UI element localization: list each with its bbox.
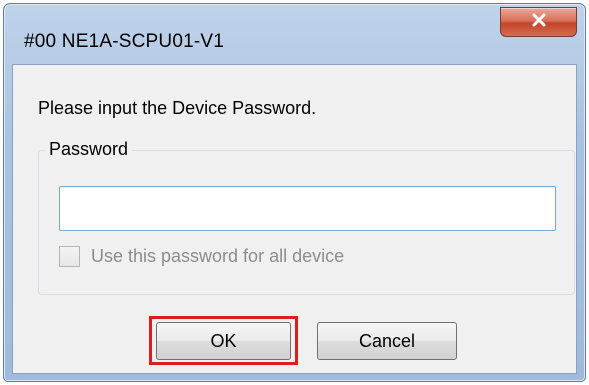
cancel-button[interactable]: Cancel xyxy=(317,322,457,360)
ok-button[interactable]: OK xyxy=(156,322,291,360)
password-group: Password Use this password for all devic… xyxy=(38,139,575,295)
use-for-all-checkbox[interactable] xyxy=(59,246,80,267)
prompt-text: Please input the Device Password. xyxy=(38,98,317,118)
title-bar[interactable]: #00 NE1A-SCPU01-V1 xyxy=(4,4,585,64)
password-input[interactable] xyxy=(59,186,556,231)
window-title: #00 NE1A-SCPU01-V1 xyxy=(24,31,225,52)
dialog-body: Please input the Device Password. Passwo… xyxy=(12,64,577,374)
use-for-all-checkbox-row: Use this password for all device xyxy=(59,246,344,267)
password-group-label: Password xyxy=(45,139,133,160)
use-for-all-checkbox-label: Use this password for all device xyxy=(91,246,345,266)
close-button[interactable] xyxy=(500,7,577,37)
password-dialog-window: #00 NE1A-SCPU01-V1 Please input the Devi… xyxy=(3,3,586,382)
close-x-icon xyxy=(531,12,547,33)
